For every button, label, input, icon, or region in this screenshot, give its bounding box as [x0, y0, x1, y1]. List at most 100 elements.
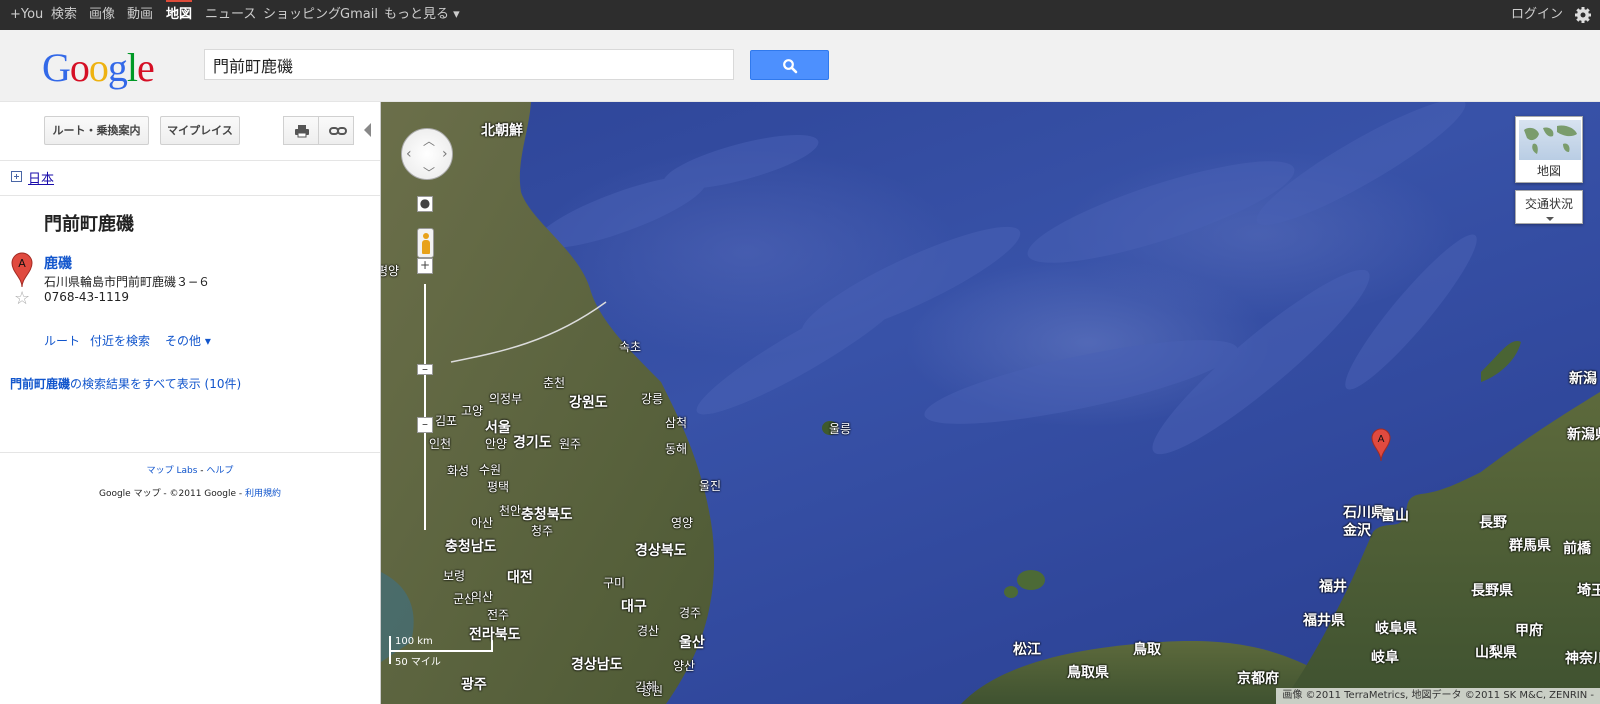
pan-left-icon[interactable]: ‹ [406, 146, 412, 162]
map-place-label: 광주 [461, 677, 487, 693]
terms-link[interactable]: 利用規約 [245, 489, 281, 499]
search-header: Google [0, 30, 1600, 102]
zoom-slider-track[interactable] [424, 284, 426, 530]
help-link[interactable]: ヘルプ [206, 466, 233, 476]
map-place-label: 대전 [507, 570, 533, 586]
logo-letter: o [88, 45, 109, 90]
map-place-label: 속초 [619, 340, 642, 354]
map-place-label: 아산 [471, 516, 494, 530]
map-place-label: 보령 [443, 569, 466, 583]
result-address: 石川県輪島市門前町鹿磯３−６ [44, 275, 211, 289]
expand-plus-icon[interactable] [11, 171, 22, 182]
search-input[interactable] [204, 49, 734, 80]
maps-labs-link[interactable]: マップ Labs [147, 466, 198, 476]
gear-icon[interactable] [1574, 6, 1592, 24]
map-place-label: 안양 [485, 437, 508, 451]
route-transit-button[interactable]: ルート・乗換案内 [44, 116, 149, 145]
nav-item-shopping[interactable]: ショッピング [263, 0, 341, 30]
my-places-button[interactable]: マイプレイス [160, 116, 240, 145]
pan-control[interactable]: ︿ ﹀ ‹ › [401, 128, 453, 180]
traffic-dropdown[interactable]: 交通状況 [1515, 190, 1583, 224]
nav-item-more[interactable]: もっと見る ▾ [384, 0, 460, 30]
map-place-label: 長野 [1479, 515, 1507, 531]
map-place-label: 고양 [461, 404, 484, 418]
logo-letter: e [137, 45, 155, 90]
map-place-label: 埼玉県 [1577, 583, 1600, 599]
link-button[interactable] [318, 116, 354, 145]
map-place-label: 천안 [499, 504, 522, 518]
reset-view-button[interactable]: ● [417, 196, 433, 212]
nav-item-news[interactable]: ニュース [205, 0, 256, 30]
map-place-label: 구미 [603, 576, 626, 590]
map-place-label: 福井 [1319, 579, 1347, 595]
map-place-label: 삼척 [665, 416, 688, 430]
map-marker-a[interactable]: A [1371, 428, 1391, 462]
map-place-label: 울릉 [829, 422, 852, 436]
nav-item-search[interactable]: 検索 [51, 0, 77, 30]
search-button[interactable] [750, 50, 829, 80]
map-place-label: 춘천 [543, 376, 566, 390]
map-place-label: 서울 [485, 420, 511, 436]
google-logo[interactable]: Google [42, 44, 155, 91]
pan-right-icon[interactable]: › [442, 146, 448, 162]
map-place-label: 의정부 [489, 392, 523, 406]
map-canvas[interactable]: 北朝鮮 평양 속초 강원도 춘천 강릉 의정부 고양 김포 서울 인천 안양 경기도 원주 삼척 동해 수원 화성… [381, 102, 1600, 704]
nav-item-maps[interactable]: 地図 [166, 0, 193, 30]
divider [0, 452, 380, 453]
dropdown-arrow-icon [1546, 217, 1554, 221]
map-place-label: 京都府 [1237, 671, 1279, 687]
nav-item-plus-you[interactable]: +You [10, 0, 43, 30]
marker-a-icon[interactable]: A [10, 252, 34, 288]
map-place-label: 松江 [1013, 642, 1041, 658]
map-place-label: 岐阜県 [1375, 621, 1417, 637]
map-place-label: 김포 [435, 414, 458, 428]
map-place-label: 충청북도 [521, 507, 573, 523]
map-place-label: 경산 [637, 624, 660, 638]
result-phone: 0768-43-1119 [44, 290, 130, 304]
print-button[interactable] [283, 116, 319, 145]
svg-text:A: A [18, 257, 26, 270]
collapse-panel-arrow-icon[interactable] [364, 123, 371, 137]
street-view-pegman-icon[interactable] [417, 228, 434, 258]
footer-copyright: Google マップ - ©2011 Google - 利用規約 [0, 486, 380, 499]
logo-letter: o [69, 45, 90, 90]
pan-up-icon[interactable]: ︿ [423, 132, 435, 149]
search-nearby-link[interactable]: 付近を検索 [90, 332, 150, 349]
route-link[interactable]: ルート [44, 332, 80, 349]
zoom-in-button[interactable]: + [417, 258, 433, 274]
map-place-label: 甲府 [1515, 623, 1543, 639]
map-place-label: 동해 [665, 442, 688, 456]
all-results-link[interactable]: 門前町鹿磯の検索結果をすべて表示 (10件) [10, 375, 241, 392]
map-place-label: 경기도 [513, 435, 552, 451]
pan-down-icon[interactable]: ﹀ [423, 164, 435, 181]
map-place-label: 鳥取県 [1067, 665, 1109, 681]
nav-item-videos[interactable]: 動画 [127, 0, 153, 30]
zoom-out-button[interactable]: – [417, 417, 433, 433]
country-link[interactable]: 日本 [28, 168, 54, 187]
map-place-label: 대구 [621, 599, 647, 615]
map-place-label: 岐阜 [1371, 650, 1399, 666]
map-place-label: 경상남도 [571, 657, 623, 673]
map-type-button[interactable]: 地図 [1515, 116, 1583, 183]
map-place-label: 강원도 [569, 395, 608, 411]
more-actions-link[interactable]: その他 ▾ [165, 332, 211, 349]
map-terrain [381, 102, 1600, 704]
map-place-label: 鳥取 [1133, 642, 1161, 658]
map-type-label: 地図 [1536, 164, 1561, 178]
nav-item-gmail[interactable]: Gmail [340, 0, 378, 30]
map-place-label: 金沢 [1343, 523, 1371, 539]
copyright-text: Google マップ - ©2011 Google - [98, 489, 246, 499]
nav-item-images[interactable]: 画像 [89, 0, 115, 30]
zoom-slider-thumb[interactable]: – [417, 363, 433, 375]
star-icon[interactable]: ☆ [14, 288, 30, 309]
divider [0, 160, 380, 161]
map-place-label: 원주 [559, 437, 582, 451]
result-name-link[interactable]: 鹿磯 [44, 253, 72, 273]
map-place-label: 전주 [487, 608, 510, 622]
map-place-label: 山梨県 [1475, 645, 1517, 661]
search-icon [783, 59, 798, 74]
map-place-label: 양산 [673, 659, 696, 673]
login-link[interactable]: ログイン [1511, 0, 1563, 30]
all-results-query: 門前町鹿磯 [10, 377, 71, 391]
map-place-label: 강릉 [641, 392, 664, 406]
